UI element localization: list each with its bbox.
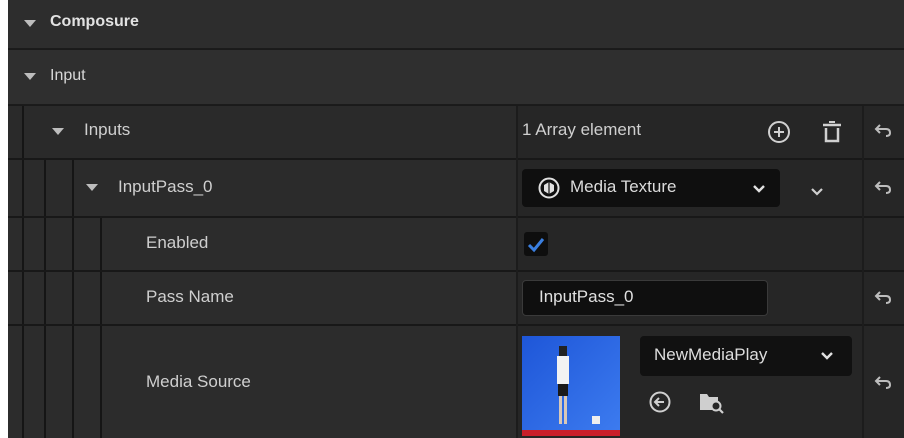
indent-guide [100,272,102,324]
browse-asset-button[interactable] [698,390,726,419]
indent-guide [44,218,46,270]
name-cell [8,218,516,270]
reset-column-splitter [862,106,864,438]
name-cell [8,326,516,438]
property-row-input-pass: InputPass_0 Media Texture [8,160,904,216]
folder-search-icon [700,394,724,414]
class-picker-combo[interactable]: Media Texture [522,169,780,207]
property-row-pass-name: Pass Name InputPass_0 [8,272,904,324]
delete-all-button[interactable] [820,119,844,145]
indent-guide [22,218,24,270]
reset-arrow-icon [874,291,892,304]
chevron-down-icon [821,352,833,360]
enabled-checkbox[interactable] [524,232,548,256]
expand-triangle-icon[interactable] [24,20,36,27]
indent-guide [72,218,74,270]
property-row-media-source: Media Source NewMediaPlay [8,326,904,438]
asset-picker-combo[interactable]: NewMediaPlay [640,336,852,376]
indent-guide [22,326,24,438]
category-composure-label: Composure [50,13,139,30]
pass-name-value: InputPass_0 [539,287,634,306]
pass-name-label: Pass Name [146,287,234,306]
reset-arrow-icon [874,181,892,194]
indent-guide [22,272,24,324]
details-panel: Composure Input Inputs 1 Array element I… [8,0,904,438]
indent-guide [72,326,74,438]
expand-triangle-icon[interactable] [24,73,36,80]
add-element-button[interactable] [766,119,792,145]
category-input[interactable]: Input [8,50,904,105]
trash-icon [823,121,841,143]
reset-to-default-button[interactable] [874,289,892,312]
indent-guide [100,326,102,438]
expand-triangle-icon[interactable] [86,184,98,191]
property-row-inputs: Inputs 1 Array element [8,106,904,158]
plus-circle-icon [768,121,790,143]
category-composure[interactable]: Composure [8,0,904,49]
inputs-label: Inputs [84,120,131,139]
reset-arrow-icon [874,376,892,389]
media-texture-icon [538,177,560,199]
reset-cell [864,218,904,270]
name-cell [8,160,516,216]
indent-guide [22,160,24,216]
value-cell [518,218,862,270]
use-selected-asset-button[interactable] [648,390,672,419]
arrow-left-circle-icon [649,391,671,413]
column-splitter[interactable] [516,106,518,438]
reset-to-default-button[interactable] [874,122,892,145]
reset-to-default-button[interactable] [874,374,892,397]
reset-arrow-icon [874,124,892,137]
name-cell [8,272,516,324]
enabled-label: Enabled [146,233,209,252]
pass-name-input[interactable]: InputPass_0 [522,280,768,316]
asset-picker-label: NewMediaPlay [654,345,768,364]
media-source-label: Media Source [146,372,251,391]
expand-triangle-icon[interactable] [52,128,64,135]
indent-guide [44,326,46,438]
property-row-enabled: Enabled [8,218,904,270]
class-picker-label: Media Texture [570,177,677,196]
indent-guide [100,218,102,270]
indent-guide [44,160,46,216]
checkmark-icon [527,238,545,253]
reset-to-default-button[interactable] [874,179,892,202]
indent-guide [72,160,74,216]
category-input-label: Input [50,67,86,84]
input-pass-label: InputPass_0 [118,177,213,196]
chevron-down-icon [811,188,823,196]
indent-guide [22,106,24,158]
array-count-text: 1 Array element [522,120,642,139]
chevron-down-icon [753,185,765,193]
indent-guide [72,272,74,324]
options-dropdown-button[interactable] [810,184,824,202]
indent-guide [44,272,46,324]
asset-thumbnail[interactable] [522,336,620,436]
media-preview-image [522,336,620,436]
